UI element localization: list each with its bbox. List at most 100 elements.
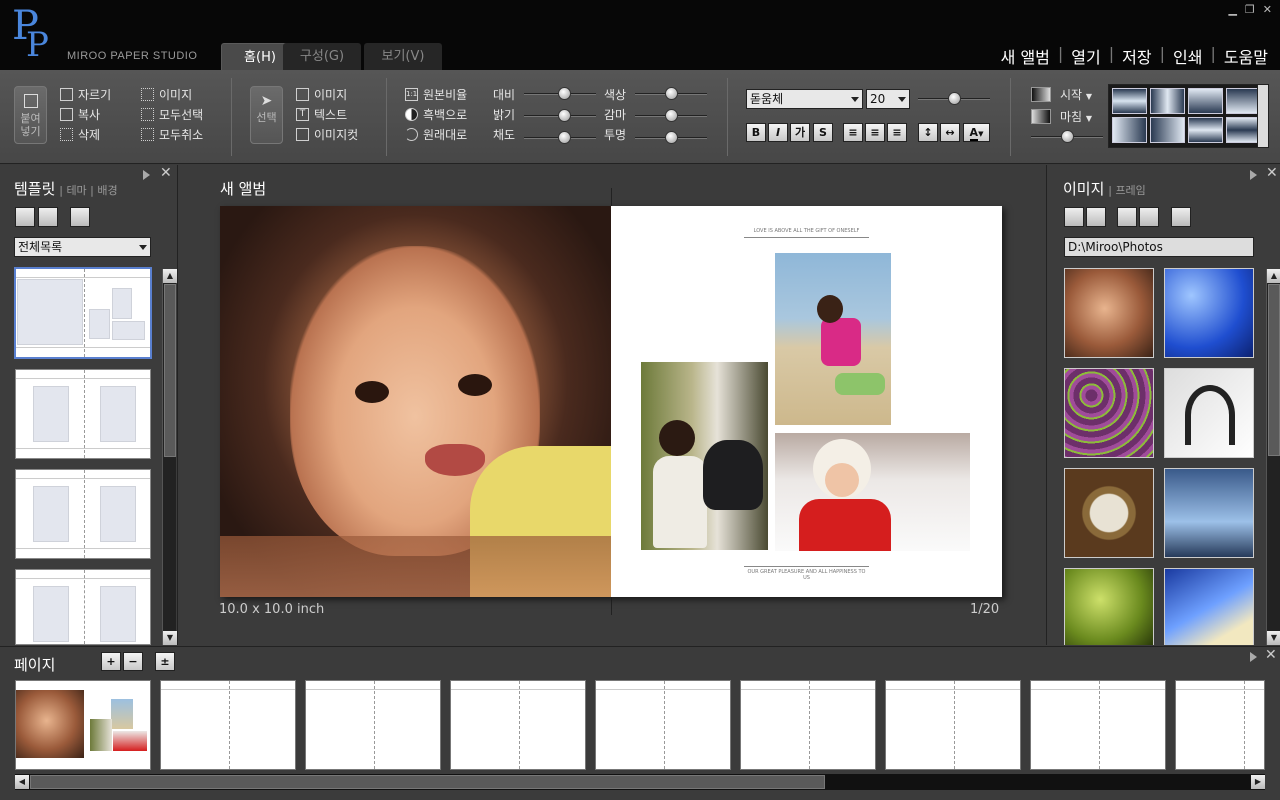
page-thumb-1[interactable] — [15, 680, 151, 770]
image-thumb-girl[interactable] — [1064, 268, 1154, 358]
page-thumb-6[interactable] — [740, 680, 876, 770]
tab-frame[interactable]: 프레임 — [1115, 184, 1145, 197]
image-thumb-compass[interactable] — [1064, 468, 1154, 558]
align-right-button[interactable]: ≡ — [887, 123, 907, 142]
page-thumb-5[interactable] — [595, 680, 731, 770]
template-thumb[interactable] — [15, 569, 151, 645]
shadow-button[interactable]: S — [813, 123, 833, 142]
hue-slider[interactable] — [635, 87, 707, 100]
insert-text-button[interactable]: T 텍스트 — [296, 104, 376, 124]
page-scrollbar[interactable]: ◀ ▶ — [15, 774, 1265, 790]
pin-icon[interactable] — [143, 170, 150, 180]
insert-imagecut-button[interactable]: 이미지컷 — [296, 124, 376, 144]
slider-knob[interactable] — [665, 87, 678, 100]
slider-knob[interactable] — [1061, 130, 1074, 143]
italic-button[interactable]: I — [768, 123, 788, 142]
template-thumb[interactable] — [15, 469, 151, 559]
beach-photo[interactable] — [775, 253, 891, 425]
template-thumb[interactable] — [14, 267, 152, 359]
gradient-swatch[interactable] — [1226, 117, 1261, 143]
bottom-caption[interactable]: OUR GREAT PLEASURE AND ALL HAPPINESS TO … — [744, 569, 869, 581]
scroll-up-icon[interactable]: ▲ — [163, 269, 177, 283]
scroll-up-icon[interactable]: ▲ — [1267, 269, 1280, 283]
template-copy-icon[interactable] — [38, 207, 58, 227]
add-page-button[interactable]: + — [101, 652, 121, 671]
slider-knob[interactable] — [557, 109, 571, 122]
menu-save[interactable]: 저장 — [1122, 44, 1151, 68]
gamma-slider[interactable] — [635, 109, 707, 122]
template-filter-select[interactable]: 전체목록 — [14, 237, 151, 257]
font-name-select[interactable]: 돋움체 — [746, 89, 863, 109]
select-all-button[interactable]: 모두선택 — [141, 104, 226, 124]
line-spacing-button[interactable]: ↕ — [918, 123, 938, 142]
image-scrollbar[interactable]: ▲ ▼ — [1266, 269, 1280, 645]
image-thumb-leaves[interactable] — [1064, 568, 1154, 645]
scroll-down-icon[interactable]: ▼ — [163, 631, 177, 645]
menu-help[interactable]: 도움말 — [1224, 44, 1268, 68]
gradient-end-select[interactable]: 마침 ▼ — [1060, 108, 1092, 125]
page-thumb-8[interactable] — [1030, 680, 1166, 770]
gradient-swatch[interactable] — [1188, 117, 1223, 143]
close-icon[interactable]: ✕ — [160, 165, 172, 181]
scroll-down-icon[interactable]: ▼ — [1267, 631, 1280, 645]
gradient-swatch[interactable] — [1188, 88, 1223, 114]
align-left-button[interactable]: ≡ — [843, 123, 863, 142]
slider-knob[interactable] — [557, 87, 571, 100]
tab-compose[interactable]: 구성(G) — [283, 43, 361, 70]
page-thumb-4[interactable] — [450, 680, 586, 770]
deselect-all-button[interactable]: 모두취소 — [141, 124, 226, 144]
grid-view-icon[interactable] — [1117, 207, 1137, 227]
gradient-swatch[interactable] — [1150, 117, 1185, 143]
template-delete-icon[interactable] — [70, 207, 90, 227]
list-view-icon[interactable] — [1139, 207, 1159, 227]
copy-button[interactable]: 복사 — [60, 104, 132, 124]
slider-knob[interactable] — [665, 109, 678, 122]
scroll-thumb[interactable] — [30, 775, 825, 789]
carousel-photo[interactable] — [641, 362, 768, 550]
image-title[interactable]: 이미지 — [1063, 180, 1104, 198]
scroll-thumb[interactable] — [164, 284, 176, 457]
template-thumb[interactable] — [15, 369, 151, 459]
minimize-icon[interactable]: ▁ — [1228, 3, 1236, 16]
page-thumb-2[interactable] — [160, 680, 296, 770]
select-image-button[interactable]: 이미지 — [141, 84, 226, 104]
font-size-select[interactable]: 20 — [866, 89, 910, 109]
refresh-icon[interactable] — [1086, 207, 1106, 227]
gradient-slider[interactable] — [1031, 130, 1103, 143]
scroll-right-icon[interactable]: ▶ — [1251, 775, 1265, 789]
scroll-thumb[interactable] — [1268, 284, 1280, 456]
close-icon[interactable]: ✕ — [1266, 165, 1278, 181]
template-scrollbar[interactable]: ▲ ▼ — [162, 269, 177, 645]
original-ratio-button[interactable]: 1:1 원본비율 — [405, 84, 485, 104]
image-thumb-device[interactable] — [1164, 568, 1254, 645]
grayscale-button[interactable]: 흑백으로 — [405, 104, 485, 124]
menu-open[interactable]: 열기 — [1071, 44, 1100, 68]
close-icon[interactable]: ✕ — [1265, 647, 1277, 663]
font-color-button[interactable]: A▼ — [963, 123, 990, 142]
saturation-slider[interactable] — [524, 131, 596, 144]
opacity-slider[interactable] — [635, 131, 707, 144]
select-tool-button[interactable]: ➤ 선택 — [250, 86, 283, 144]
image-thumb-blue-abstract[interactable] — [1164, 268, 1254, 358]
page-thumb-7[interactable] — [885, 680, 1021, 770]
menu-print[interactable]: 인쇄 — [1173, 44, 1202, 68]
font-slider[interactable] — [918, 92, 990, 105]
template-title[interactable]: 템플릿 — [14, 180, 55, 198]
image-thumb-flowers[interactable] — [1064, 368, 1154, 458]
delete-button[interactable]: 삭제 — [60, 124, 132, 144]
insert-page-button[interactable]: ± — [155, 652, 175, 671]
cut-button[interactable]: 자르기 — [60, 84, 132, 104]
tab-view[interactable]: 보기(V) — [364, 43, 442, 70]
top-caption[interactable]: LOVE IS ABOVE ALL THE GIFT OF ONESELF — [744, 228, 869, 234]
tab-background[interactable]: 배경 — [97, 184, 117, 197]
slider-knob[interactable] — [665, 131, 678, 144]
page-thumb-9[interactable] — [1175, 680, 1265, 770]
image-thumb-tv-sets[interactable] — [1164, 468, 1254, 558]
remove-page-button[interactable]: − — [123, 652, 143, 671]
main-photo[interactable] — [220, 206, 611, 597]
gradient-start-select[interactable]: 시작 ▼ — [1060, 86, 1092, 103]
scroll-left-icon[interactable]: ◀ — [15, 775, 29, 789]
pin-icon[interactable] — [1250, 652, 1257, 662]
snow-photo[interactable] — [775, 433, 970, 551]
gradient-swatch[interactable] — [1150, 88, 1185, 114]
